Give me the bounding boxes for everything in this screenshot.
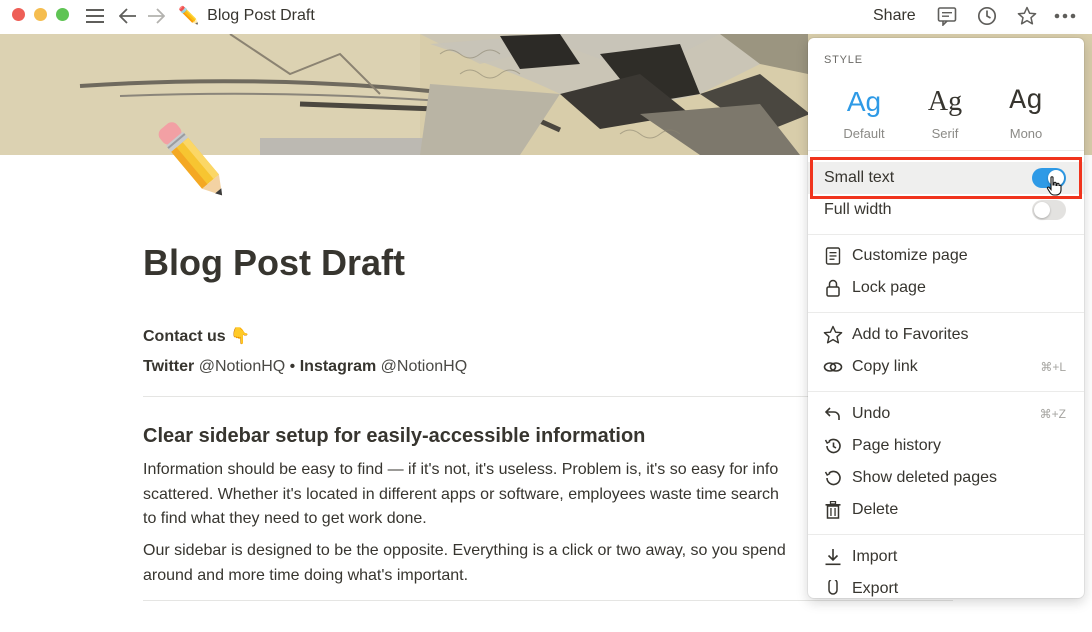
separator: • — [289, 358, 296, 375]
import-label: Import — [852, 548, 898, 565]
delete-item[interactable]: Delete — [808, 494, 1084, 526]
twitter-handle[interactable]: @NotionHQ — [199, 358, 286, 375]
show-deleted-pages-item[interactable]: Show deleted pages — [808, 462, 1084, 494]
add-to-favorites-item[interactable]: Add to Favorites — [808, 319, 1084, 351]
divider — [143, 600, 953, 601]
share-button[interactable]: Share — [873, 5, 916, 27]
trash-icon — [822, 499, 844, 521]
full-width-toggle[interactable] — [1032, 200, 1066, 220]
window-titlebar: ✏️ Blog Post Draft Share — [0, 0, 1092, 34]
sidebar-menu-icon[interactable] — [84, 5, 106, 27]
menu-divider — [808, 391, 1084, 392]
section-heading[interactable]: Clear sidebar setup for easily-accessibl… — [143, 425, 645, 448]
page-history-label: Page history — [852, 437, 941, 454]
contact-heading: Contact us 👇 — [143, 328, 251, 345]
document-icon — [822, 245, 844, 267]
close-window-button[interactable] — [12, 8, 25, 21]
undo-label: Undo — [852, 405, 891, 422]
twitter-label: Twitter — [143, 358, 195, 375]
pencil-icon[interactable] — [142, 108, 242, 208]
comment-icon[interactable] — [936, 5, 958, 27]
export-label: Export — [852, 580, 899, 597]
show-deleted-pages-label: Show deleted pages — [852, 469, 997, 486]
style-label: STYLE — [824, 54, 863, 66]
full-width-label: Full width — [824, 201, 892, 218]
import-item[interactable]: Import — [808, 541, 1084, 573]
highlight-box — [810, 157, 1082, 199]
social-line: Twitter @NotionHQ • Instagram @NotionHQ — [143, 358, 467, 376]
paragraph-2[interactable]: Our sidebar is designed to be the opposi… — [143, 539, 823, 588]
star-icon[interactable] — [1016, 5, 1038, 27]
pencil-icon: ✏️ — [178, 6, 200, 25]
import-icon — [822, 546, 844, 568]
export-icon — [822, 578, 844, 598]
instagram-handle[interactable]: @NotionHQ — [381, 358, 468, 375]
paragraph-1[interactable]: Information should be easy to find — if … — [143, 458, 823, 532]
more-options-icon[interactable] — [1054, 5, 1076, 27]
forward-arrow-icon[interactable] — [145, 5, 167, 27]
customize-page-label: Customize page — [852, 247, 968, 264]
undo-icon — [822, 403, 844, 425]
font-mono-option[interactable]: Ag Mono — [990, 86, 1062, 141]
link-icon — [822, 356, 844, 378]
page-options-menu: STYLE Ag Default Ag Serif Ag Mono Small … — [808, 38, 1084, 598]
history-icon — [822, 435, 844, 457]
export-item[interactable]: Export — [808, 573, 1084, 598]
lock-page-label: Lock page — [852, 279, 926, 296]
font-mono-glyph: Ag — [1009, 86, 1043, 117]
font-mono-label: Mono — [1009, 126, 1043, 141]
customize-page-item[interactable]: Customize page — [808, 240, 1084, 272]
breadcrumb[interactable]: ✏️ Blog Post Draft — [178, 5, 315, 27]
font-serif-glyph: Ag — [927, 86, 963, 117]
menu-divider — [808, 534, 1084, 535]
undo-shortcut: ⌘+Z — [1039, 407, 1066, 421]
font-default-option[interactable]: Ag Default — [828, 86, 900, 141]
font-serif-option[interactable]: Ag Serif — [909, 86, 981, 141]
copy-link-shortcut: ⌘+L — [1040, 360, 1066, 374]
menu-divider — [808, 312, 1084, 313]
font-serif-label: Serif — [931, 126, 959, 141]
lock-page-item[interactable]: Lock page — [808, 272, 1084, 304]
divider — [143, 396, 813, 397]
undo-item[interactable]: Undo ⌘+Z — [808, 398, 1084, 430]
breadcrumb-title: Blog Post Draft — [207, 7, 315, 24]
menu-divider — [808, 234, 1084, 235]
copy-link-label: Copy link — [852, 358, 918, 375]
add-to-favorites-label: Add to Favorites — [852, 326, 969, 343]
copy-link-item[interactable]: Copy link ⌘+L — [808, 351, 1084, 383]
page-history-item[interactable]: Page history — [808, 430, 1084, 462]
lock-icon — [822, 277, 844, 299]
font-default-glyph: Ag — [846, 86, 882, 117]
restore-icon — [822, 467, 844, 489]
star-icon — [822, 324, 844, 346]
page-title[interactable]: Blog Post Draft — [143, 242, 405, 284]
instagram-label: Instagram — [299, 358, 377, 375]
clock-icon[interactable] — [976, 5, 998, 27]
delete-label: Delete — [852, 501, 899, 518]
pointing-down-icon: 👇 — [230, 328, 251, 345]
minimize-window-button[interactable] — [34, 8, 47, 21]
menu-divider — [808, 150, 1084, 151]
back-arrow-icon[interactable] — [117, 5, 139, 27]
zoom-window-button[interactable] — [56, 8, 69, 21]
font-default-label: Default — [843, 126, 885, 141]
